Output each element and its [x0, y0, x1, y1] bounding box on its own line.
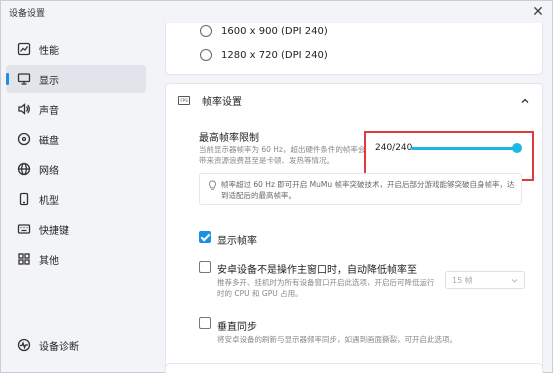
- globe-icon: [17, 162, 31, 176]
- chevron-down-icon: [511, 279, 518, 283]
- slider-thumb[interactable]: [512, 143, 522, 153]
- title-bar: 设备设置: [1, 1, 552, 23]
- sidebar-item-label: 磁盘: [39, 135, 59, 147]
- phone-icon: [17, 192, 31, 206]
- resolution-label: 1600 x 900 (DPI 240): [221, 25, 328, 37]
- reduce-framerate-select[interactable]: 15 帧: [445, 271, 525, 289]
- sidebar-item-label: 快捷键: [39, 225, 69, 237]
- sidebar-item-sound[interactable]: 声音: [6, 95, 146, 123]
- max-framerate-label: 最高帧率限制: [199, 133, 259, 144]
- sidebar-item-performance[interactable]: 性能: [6, 35, 146, 63]
- performance-chart-icon: [17, 42, 31, 56]
- tip-text: 帧率超过 60 Hz 即可开启 MuMu 帧率突破技术，开启后部分游戏能够突破自…: [221, 180, 515, 200]
- reduce-framerate-checkbox[interactable]: [199, 261, 211, 273]
- sidebar-item-label: 机型: [39, 195, 59, 207]
- grid-icon: [17, 252, 31, 266]
- vsync-description: 将安卓设备的刷新与显示器频率同步，如遇到画面撕裂，可开启此选项。: [217, 335, 457, 344]
- lightbulb-icon: [208, 180, 217, 190]
- radio-button[interactable]: [200, 49, 212, 61]
- resolution-option[interactable]: 1600 x 900 (DPI 240): [200, 25, 328, 37]
- window-title: 设备设置: [9, 8, 46, 19]
- slider-value: 240/240: [375, 143, 413, 153]
- radio-button[interactable]: [200, 25, 212, 37]
- framerate-slider[interactable]: [411, 147, 515, 150]
- speaker-icon: [17, 102, 31, 116]
- sidebar-item-other[interactable]: 其他: [6, 245, 146, 273]
- sidebar-item-label: 其他: [39, 255, 59, 267]
- sidebar-item-label: 网络: [39, 165, 59, 177]
- max-framerate-description: 当前显示器帧率为 60 Hz，超出硬件条件的帧率会带来资源浪费甚至是卡顿、发热等…: [199, 145, 366, 165]
- tip-box: 帧率超过 60 Hz 即可开启 MuMu 帧率突破技术，开启后部分游戏能够突破自…: [199, 173, 522, 205]
- reduce-framerate-label: 安卓设备不是操作主窗口时，自动降低帧率至: [217, 265, 417, 276]
- sidebar-item-disk[interactable]: 磁盘: [6, 125, 146, 153]
- sidebar-item-label: 性能: [39, 45, 59, 57]
- sidebar-item-network[interactable]: 网络: [6, 155, 146, 183]
- framerate-section-header[interactable]: FPS 帧率设置: [165, 83, 543, 118]
- monitor-icon: [17, 72, 31, 86]
- sidebar-item-label: 显示: [39, 75, 59, 87]
- resolution-label: 1280 x 720 (DPI 240): [221, 49, 328, 61]
- close-icon: ✕: [532, 4, 544, 20]
- reduce-framerate-description: 推荐多开、挂机时为所有设备窗口开启此选项，开启后可降低运行时的 CPU 和 GP…: [217, 278, 435, 298]
- fps-icon: FPS: [178, 96, 190, 105]
- sidebar-item-diagnostics[interactable]: 设备诊断: [6, 331, 146, 359]
- close-button[interactable]: ✕: [530, 4, 546, 20]
- next-section-card: [165, 363, 543, 373]
- sidebar: 性能 显示 声音 磁盘 网络 机型 快捷键 其他 设备诊断: [1, 25, 151, 373]
- select-value: 15 帧: [452, 275, 473, 285]
- sidebar-item-shortcuts[interactable]: 快捷键: [6, 215, 146, 243]
- keyboard-icon: [17, 222, 31, 236]
- vsync-checkbox[interactable]: [199, 317, 211, 329]
- settings-content: 1600 x 900 (DPI 240) 1280 x 720 (DPI 240…: [151, 23, 552, 373]
- disk-icon: [17, 132, 31, 146]
- show-fps-checkbox[interactable]: [199, 231, 211, 243]
- sidebar-item-label: 声音: [39, 105, 59, 117]
- section-title: 帧率设置: [202, 97, 242, 108]
- diagnostics-icon: [17, 338, 31, 352]
- sidebar-item-display[interactable]: 显示: [6, 65, 146, 93]
- sidebar-item-model[interactable]: 机型: [6, 185, 146, 213]
- chevron-up-icon[interactable]: [520, 96, 530, 106]
- settings-window: 设备设置 ✕ 性能 显示 声音 磁盘 网络 机型 快捷键 其他 设备诊断 160…: [0, 0, 553, 373]
- resolution-option[interactable]: 1280 x 720 (DPI 240): [200, 49, 328, 61]
- sidebar-item-label: 设备诊断: [39, 341, 79, 353]
- show-fps-label: 显示帧率: [217, 236, 257, 247]
- vsync-label: 垂直同步: [217, 322, 257, 333]
